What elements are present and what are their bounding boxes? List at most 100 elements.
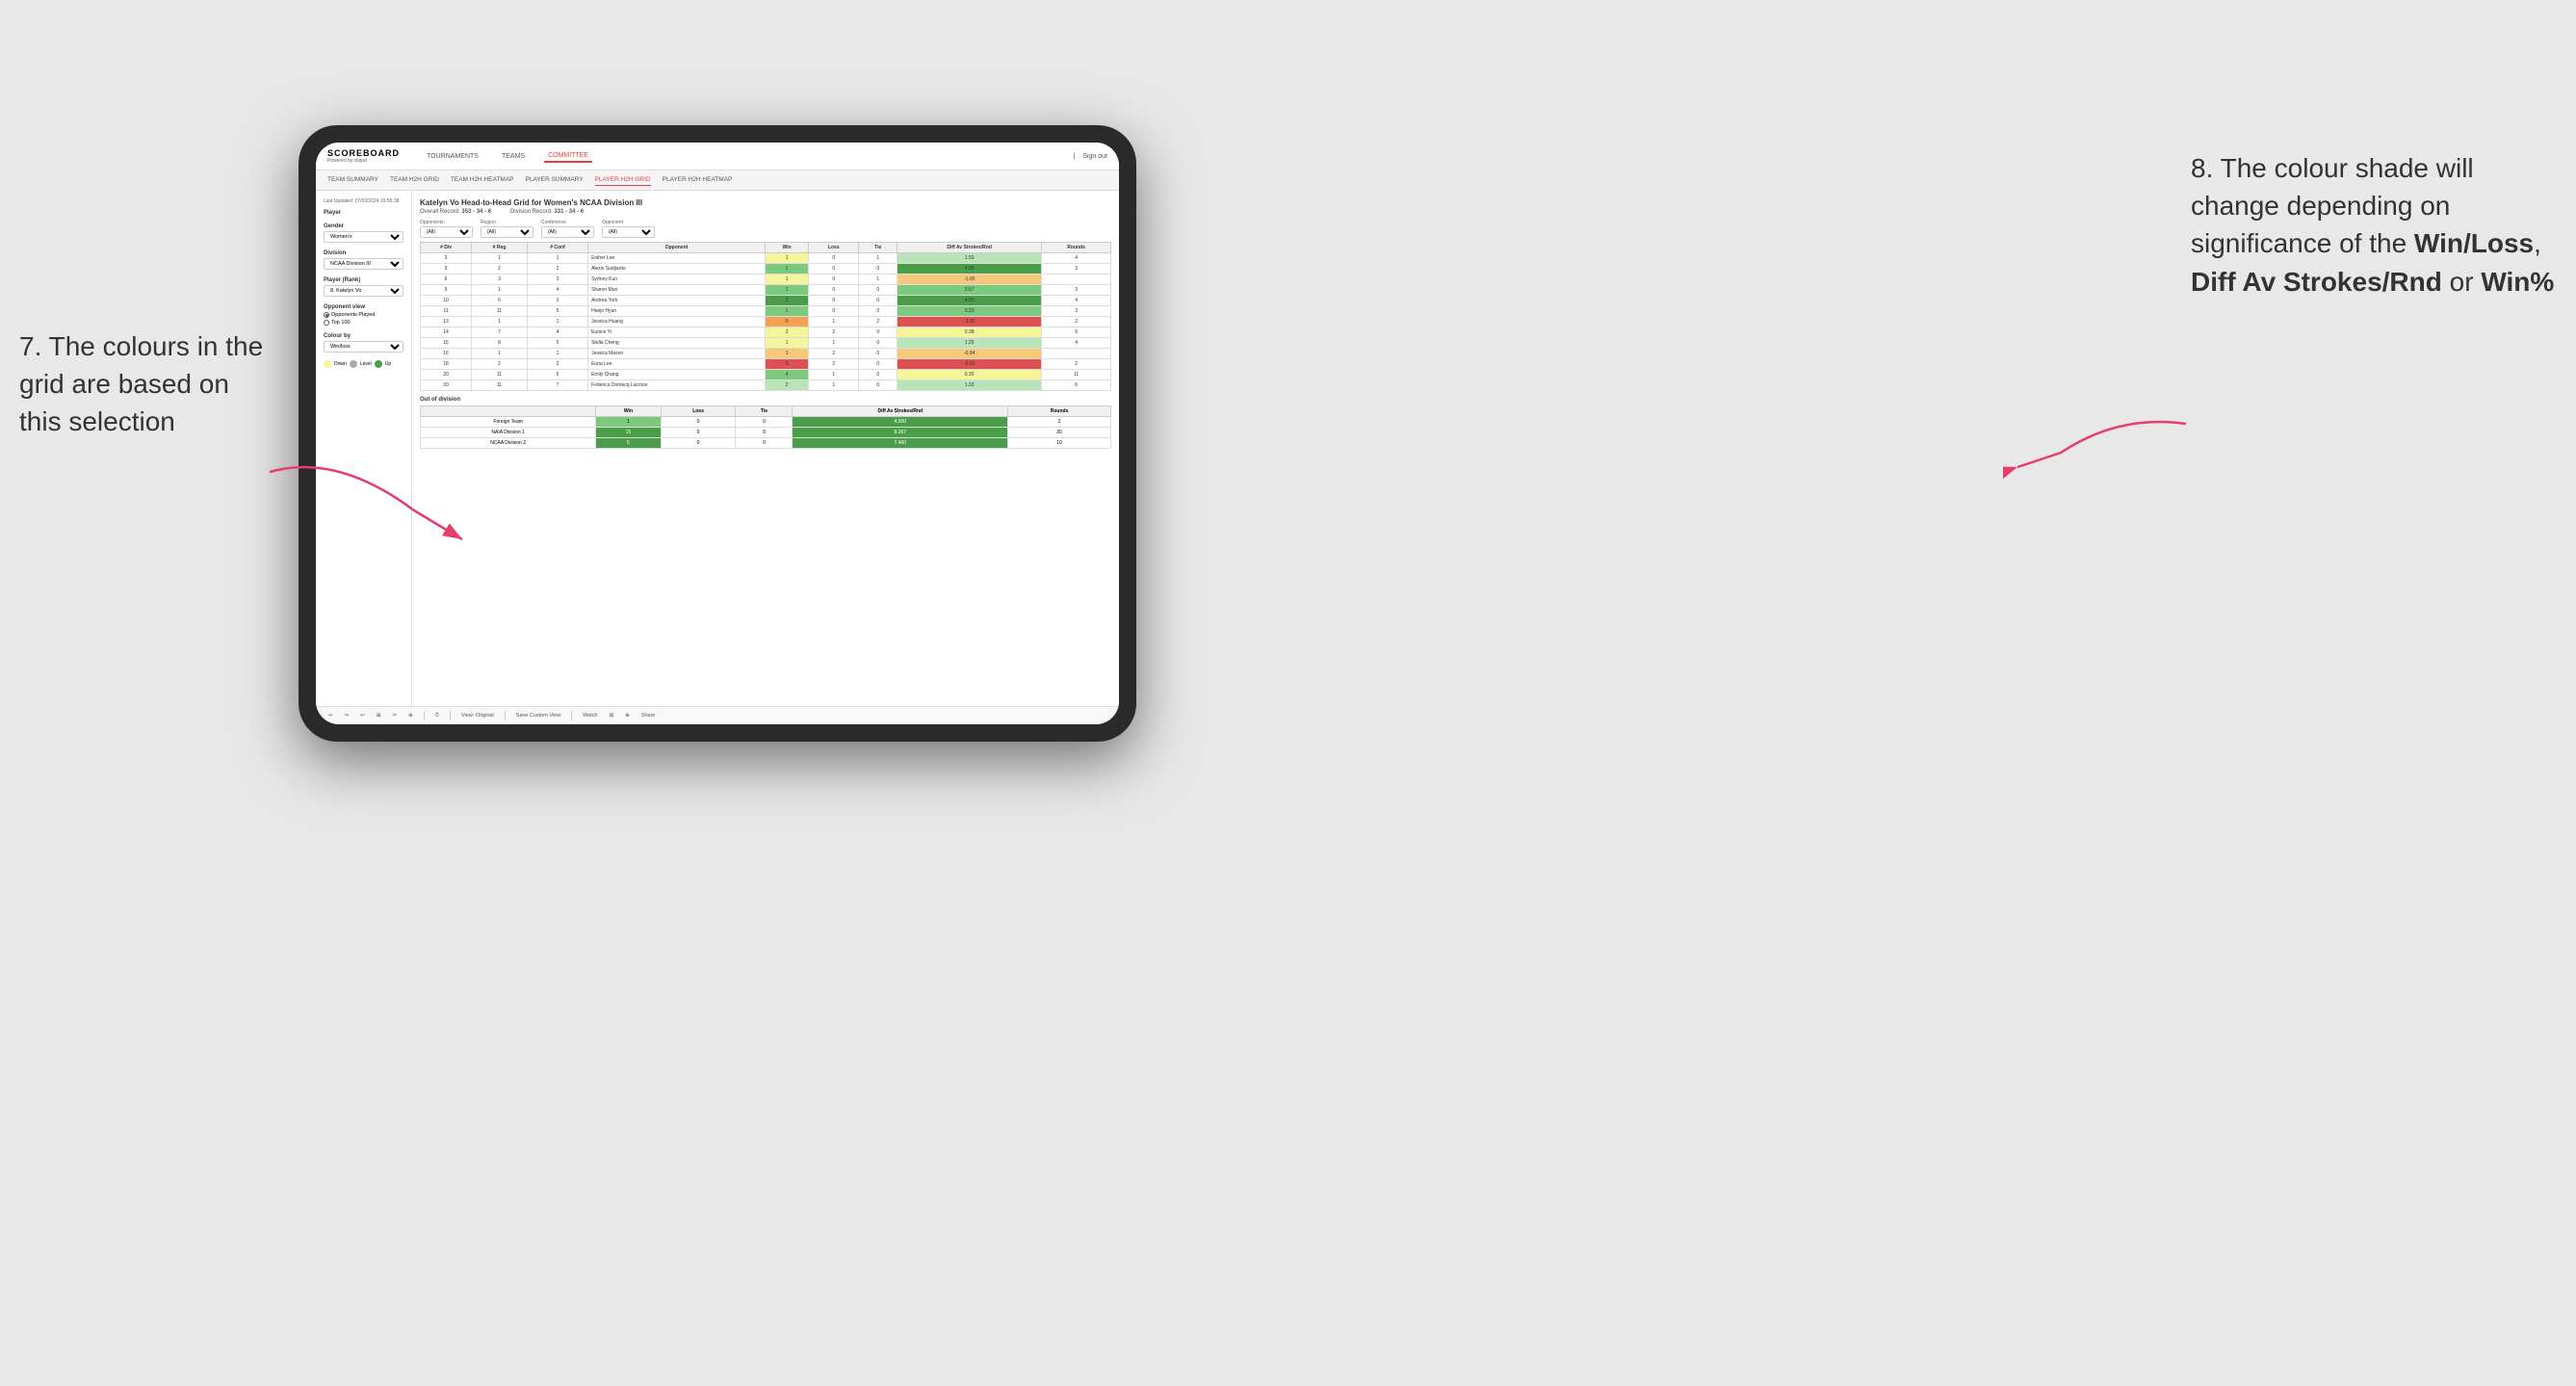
cell-conf: 4: [527, 327, 587, 338]
ood-row: Foreign Team 1 0 0 4.500 2: [421, 417, 1111, 428]
toolbar-btn4[interactable]: ⊞: [374, 712, 384, 719]
cell-diff: -3.00: [898, 317, 1042, 327]
cell-tie: 0: [859, 380, 898, 391]
th-diff: Diff Av Strokes/Rnd: [898, 243, 1042, 253]
cell-diff: 3.33: [898, 306, 1042, 317]
toolbar-btn5[interactable]: ✂: [389, 712, 400, 719]
sub-nav-player-summary[interactable]: PLAYER SUMMARY: [526, 174, 584, 186]
ood-cell-win: 1: [596, 417, 661, 428]
filter-opponents-select[interactable]: (All): [420, 226, 473, 238]
sidebar-player-rank-select[interactable]: 8. Katelyn Vo: [324, 285, 403, 297]
cell-conf: 3: [527, 275, 587, 285]
sidebar-opponent-view-section: Opponent view Opponents Played Top 100: [324, 304, 403, 326]
cell-reg: 11: [472, 380, 528, 391]
th-rounds: Rounds: [1042, 243, 1111, 253]
th-win: Win: [765, 243, 808, 253]
cell-loss: 2: [809, 349, 859, 359]
annotation-bold-win-loss: Win/Loss: [2414, 228, 2534, 258]
ood-cell-rounds: 2: [1008, 417, 1111, 428]
toolbar-undo2[interactable]: ↩: [357, 712, 368, 719]
ood-cell-diff: 7.400: [793, 438, 1008, 449]
radio-opponents-played[interactable]: Opponents Played: [324, 312, 403, 318]
filter-region-select[interactable]: (All): [481, 226, 533, 238]
cell-div: 9: [421, 285, 472, 296]
cell-div: 3: [421, 253, 472, 264]
cell-rounds: 3: [1042, 264, 1111, 275]
table-row: 6 3 3 Sydney Kuo 1 0 1 -1.00: [421, 275, 1111, 285]
cell-opponent: Stella Cheng: [588, 338, 766, 349]
sub-nav-player-h2h-grid[interactable]: PLAYER H2H GRID: [595, 174, 651, 186]
table-row: 18 2 2 Euna Lee 0 2 0 -5.00 2: [421, 359, 1111, 370]
cell-conf: 3: [527, 296, 587, 306]
cell-diff: 1.25: [898, 338, 1042, 349]
sidebar-colour-by-select[interactable]: Win/loss: [324, 341, 403, 353]
annotation-left-text: 7. The colours in the grid are based on …: [19, 331, 263, 436]
cell-div: 15: [421, 338, 472, 349]
toolbar-save-custom[interactable]: Save Custom View: [513, 712, 563, 719]
toolbar-clock[interactable]: ⏱: [432, 712, 442, 720]
cell-win: 1: [765, 338, 808, 349]
th-opponent: Opponent: [588, 243, 766, 253]
toolbar-btn8[interactable]: ⊕: [622, 712, 633, 719]
cell-loss: 2: [809, 327, 859, 338]
cell-div: 20: [421, 370, 472, 380]
nav-committee[interactable]: COMMITTEE: [544, 150, 592, 163]
cell-diff: -5.00: [898, 359, 1042, 370]
sub-nav-team-h2h-grid[interactable]: TEAM H2H GRID: [390, 174, 439, 186]
th-reg: # Reg: [472, 243, 528, 253]
toolbar-view-original[interactable]: View: Original: [458, 712, 497, 719]
table-row: 11 11 5 Heejo Hyun 1 0 0 3.33 3: [421, 306, 1111, 317]
top-nav: SCOREBOARD Powered by clippd TOURNAMENTS…: [316, 143, 1119, 170]
filter-opponent-select[interactable]: (All): [602, 226, 655, 238]
table-row: 14 7 4 Eunice Yi 2 2 0 0.38 9: [421, 327, 1111, 338]
sidebar-gender-select[interactable]: Women's: [324, 231, 403, 243]
arrow-left: [260, 443, 481, 559]
sidebar-division-select[interactable]: NCAA Division III: [324, 258, 403, 270]
cell-reg: 1: [472, 253, 528, 264]
nav-tournaments[interactable]: TOURNAMENTS: [423, 151, 482, 162]
cell-win: 0: [765, 359, 808, 370]
nav-teams[interactable]: TEAMS: [498, 151, 529, 162]
radio-top-100[interactable]: Top 100: [324, 320, 403, 326]
cell-tie: 1: [859, 275, 898, 285]
sub-nav-team-h2h-heatmap[interactable]: TEAM H2H HEATMAP: [451, 174, 514, 186]
cell-diff: 3.67: [898, 285, 1042, 296]
toolbar-sep3: [505, 711, 506, 720]
table-row: 15 8 5 Stella Cheng 1 1 0 1.25 4: [421, 338, 1111, 349]
cell-reg: 11: [472, 370, 528, 380]
toolbar-redo1[interactable]: ↪: [342, 712, 352, 719]
cell-diff: 0.38: [898, 327, 1042, 338]
ood-cell-label: NAIA Division 1: [421, 428, 596, 438]
cell-tie: 0: [859, 349, 898, 359]
cell-div: 6: [421, 275, 472, 285]
toolbar-undo[interactable]: ↩: [325, 712, 336, 719]
cell-win: 0: [765, 317, 808, 327]
th-div: # Div: [421, 243, 472, 253]
toolbar-watch[interactable]: Watch: [580, 712, 600, 719]
cell-diff: -1.00: [898, 275, 1042, 285]
cell-loss: 1: [809, 380, 859, 391]
cell-div: 14: [421, 327, 472, 338]
cell-loss: 0: [809, 285, 859, 296]
cell-opponent: Sharon Mun: [588, 285, 766, 296]
cell-opponent: Sydney Kuo: [588, 275, 766, 285]
cell-reg: 1: [472, 285, 528, 296]
cell-tie: 0: [859, 338, 898, 349]
sub-nav-player-h2h-heatmap[interactable]: PLAYER H2H HEATMAP: [663, 174, 733, 186]
overall-record-value: 353 - 34 - 6: [461, 209, 491, 215]
toolbar-btn6[interactable]: ⊕: [405, 712, 416, 719]
filter-conference-select[interactable]: (All): [541, 226, 594, 238]
cell-loss: 0: [809, 275, 859, 285]
filter-opponents-label: Opponents:: [420, 220, 473, 225]
legend-dot-up: [375, 360, 382, 368]
cell-diff: 0.30: [898, 370, 1042, 380]
toolbar-btn7[interactable]: ⊞: [607, 712, 617, 719]
legend-dot-level: [350, 360, 357, 368]
sidebar-gender-label: Gender: [324, 223, 403, 229]
cell-rounds: 3: [1042, 306, 1111, 317]
legend-down-label: Down: [334, 361, 347, 367]
cell-tie: 0: [859, 296, 898, 306]
sub-nav-team-summary[interactable]: TEAM SUMMARY: [327, 174, 378, 186]
toolbar-share[interactable]: Share: [638, 712, 659, 719]
sign-out-link[interactable]: Sign out: [1082, 153, 1107, 160]
